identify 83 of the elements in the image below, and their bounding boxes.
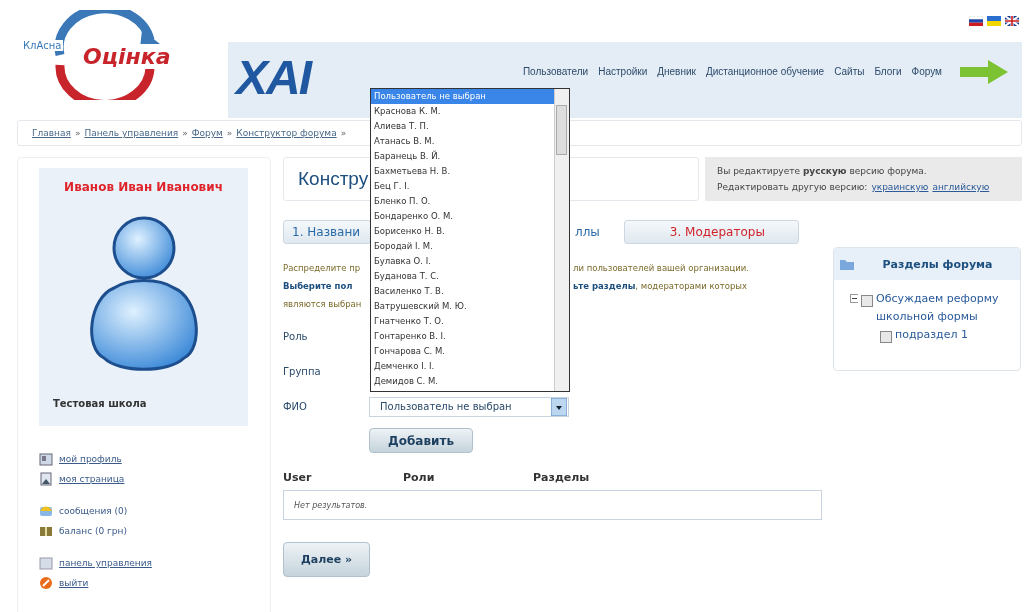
next-button[interactable]: Далее »: [283, 542, 370, 577]
flag-icon[interactable]: [969, 16, 983, 26]
breadcrumb-link[interactable]: Главная: [32, 128, 71, 138]
dropdown-option[interactable]: Буданова Т. С.: [371, 269, 554, 284]
page-heading: Констру: [298, 168, 369, 190]
dropdown-option[interactable]: Бородай І. М.: [371, 239, 554, 254]
user-select[interactable]: Пользователь не выбран: [369, 396, 569, 417]
intro-text: ьте разделы, модераторами которых: [573, 281, 748, 291]
version-link[interactable]: английскую: [932, 182, 990, 192]
id-card-icon: [39, 452, 53, 466]
dropdown-option[interactable]: Булавка О. І.: [371, 254, 554, 269]
dropdown-option[interactable]: Борисенко Н. В.: [371, 224, 554, 239]
sidebar-link[interactable]: моя страница: [59, 474, 125, 484]
site-logo[interactable]: КлАсна Оцінка: [18, 0, 228, 100]
dropdown-arrow-icon[interactable]: [551, 397, 567, 416]
collapse-icon[interactable]: [850, 294, 859, 303]
info-text: Редактировать другую версию:: [717, 182, 868, 192]
nav-link[interactable]: Сайты: [834, 66, 865, 77]
folder-icon: [839, 257, 855, 271]
empty-message: Нет результатов.: [294, 500, 368, 510]
intro-text: являются выбран: [283, 299, 363, 309]
dropdown-option[interactable]: Василенко Т. В.: [371, 284, 554, 299]
sidebar-link[interactable]: сообщения (0): [59, 506, 128, 516]
nav-link[interactable]: Настройки: [598, 66, 648, 77]
wallet-icon: [39, 524, 53, 538]
nav-link[interactable]: Дневник: [657, 66, 696, 77]
column-header: Роли: [403, 471, 436, 484]
dropdown-option[interactable]: Демченко І. І.: [371, 359, 554, 374]
flag-icon[interactable]: [1005, 16, 1019, 26]
intro-text: Выберите пол: [283, 281, 354, 291]
banner-logo: XAI: [236, 50, 313, 105]
dropdown-option[interactable]: Бленко П. О.: [371, 194, 554, 209]
info-text: Вы редактируете русскую версию форума.: [717, 166, 928, 176]
no-entry-icon: [39, 576, 53, 590]
sidebar-link[interactable]: баланс (0 грн): [59, 526, 127, 536]
breadcrumb-link[interactable]: Конструктор форума: [236, 128, 337, 138]
breadcrumb-separator: »: [74, 128, 81, 138]
dropdown-option[interactable]: Гончарова С. М.: [371, 344, 554, 359]
nav-link[interactable]: Форум: [911, 66, 942, 77]
add-button[interactable]: Добавить: [369, 428, 473, 453]
dropdown-option[interactable]: Пользователь не выбран: [371, 89, 554, 104]
sidebar-link[interactable]: мой профиль: [59, 454, 122, 464]
panel-icon: [39, 556, 53, 570]
nav-link[interactable]: Блоги: [874, 66, 902, 77]
breadcrumb-link[interactable]: Форум: [191, 128, 223, 138]
sidebar-link[interactable]: выйти: [59, 578, 89, 588]
version-link[interactable]: украинскую: [871, 182, 929, 192]
column-header: Разделы: [533, 471, 590, 484]
breadcrumb-separator: »: [226, 128, 233, 138]
envelope-icon: [39, 504, 53, 518]
dropdown-option[interactable]: Ватрушевский М. Ю.: [371, 299, 554, 314]
field-label: Роль: [283, 331, 309, 342]
dropdown-option[interactable]: Краснова К. М.: [371, 104, 554, 119]
nav-link[interactable]: Пользователи: [522, 66, 589, 77]
section-link[interactable]: подраздел 1: [895, 326, 968, 344]
sidebar-link[interactable]: панель управления: [59, 558, 152, 568]
dropdown-option[interactable]: Баранець В. Й.: [371, 149, 554, 164]
checkbox[interactable]: [880, 331, 892, 343]
nav-link[interactable]: Дистанционное обучение: [705, 66, 825, 77]
dropdown-option[interactable]: Гонтаренко В. І.: [371, 329, 554, 344]
dropdown-option[interactable]: Алиева Т. П.: [371, 119, 554, 134]
step-tab[interactable]: 3. Модераторы: [623, 220, 799, 244]
school-name: Тестовая школа: [53, 398, 147, 409]
dropdown-option[interactable]: Бец Г. І.: [371, 179, 554, 194]
step-tab[interactable]: ллы: [571, 221, 604, 243]
user-name: Иванов Иван Иванович: [64, 180, 223, 194]
column-header: User: [283, 471, 313, 484]
dropdown-option[interactable]: Гнатченко Т. О.: [371, 314, 554, 329]
checkbox[interactable]: [861, 295, 874, 307]
dropdown-option[interactable]: Бахметьева Н. В.: [371, 164, 554, 179]
dropdown-option[interactable]: Атанась В. М.: [371, 134, 554, 149]
intro-text: Распределите пр: [283, 263, 362, 273]
step-tab[interactable]: 1. Названи: [283, 220, 371, 244]
breadcrumb-separator: »: [340, 128, 347, 138]
field-label: ФИО: [283, 401, 308, 412]
page-icon: [39, 472, 53, 486]
field-label: Группа: [283, 366, 322, 377]
breadcrumb-link[interactable]: Панель управления: [84, 128, 179, 138]
dropdown-option[interactable]: Бондаренко О. М.: [371, 209, 554, 224]
breadcrumb-separator: »: [182, 128, 188, 138]
panel-title: Разделы форума: [881, 257, 994, 271]
intro-text: ли пользователей вашей организации.: [573, 263, 749, 273]
dropdown-option[interactable]: Демидов С. М.: [371, 374, 554, 389]
